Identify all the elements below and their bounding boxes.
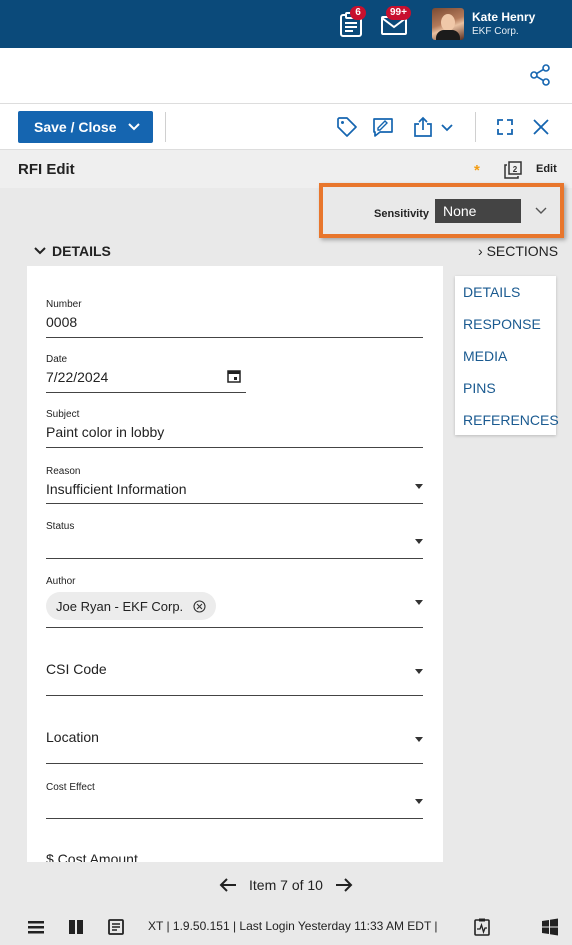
author-chip-label: Joe Ryan - EKF Corp. — [56, 598, 184, 614]
subject-label: Subject — [46, 409, 80, 420]
date-value[interactable]: 7/22/2024 — [46, 369, 246, 385]
number-field[interactable]: Number 0008 — [46, 299, 423, 338]
expand-icon[interactable] — [494, 116, 516, 138]
date-label: Date — [46, 354, 68, 365]
details-section-toggle[interactable]: DETAILS — [34, 243, 111, 259]
status-bar: XT | 1.9.50.151 | Last Login Yesterday 1… — [0, 908, 572, 945]
dropdown-caret-icon — [415, 600, 423, 605]
svg-text:2: 2 — [513, 165, 518, 174]
user-name[interactable]: Kate Henry — [472, 10, 535, 24]
dropdown-caret-icon — [415, 799, 423, 804]
pager-text: Item 7 of 10 — [249, 877, 323, 893]
section-link-pins[interactable]: PINS — [463, 380, 496, 396]
dropdown-caret-icon — [415, 737, 423, 742]
toolbar-divider — [475, 112, 476, 142]
reason-select[interactable]: Reason Insufficient Information — [46, 466, 423, 504]
edit-toolbar: Save / Close — [0, 104, 572, 150]
sensitivity-highlight: Sensitivity None — [319, 183, 564, 238]
sections-header: SECTIONS — [486, 243, 559, 259]
action-strip — [0, 48, 572, 104]
modified-marker: * — [474, 162, 480, 179]
chevron-down-icon[interactable] — [127, 120, 141, 134]
csi-code-select[interactable]: CSI Code — [46, 661, 423, 696]
item-pager: Item 7 of 10 — [0, 862, 572, 908]
dropdown-caret-icon — [415, 539, 423, 544]
chevron-right-icon: › — [478, 243, 483, 259]
top-app-bar: 6 99+ Kate Henry EKF Corp. — [0, 0, 572, 48]
menu-icon[interactable] — [26, 917, 46, 937]
next-item-arrow-icon[interactable] — [335, 877, 353, 893]
location-label: Location — [46, 729, 99, 745]
clipboard-pulse-icon[interactable] — [472, 917, 492, 937]
status-select[interactable]: Status — [46, 521, 423, 559]
notifications-badge: 6 — [350, 6, 366, 20]
subject-field[interactable]: Subject Paint color in lobby — [46, 409, 423, 448]
windows-icon[interactable] — [540, 917, 560, 937]
status-label: Status — [46, 521, 75, 532]
location-select[interactable]: Location — [46, 729, 423, 764]
section-link-response[interactable]: RESPONSE — [463, 316, 541, 332]
sections-nav: DETAILS RESPONSE MEDIA PINS REFERENCES — [455, 276, 559, 435]
export-icon[interactable] — [412, 116, 434, 138]
reason-value[interactable]: Insufficient Information — [46, 481, 423, 497]
messages-badge: 99+ — [386, 6, 411, 20]
sensitivity-select[interactable]: None — [435, 199, 521, 223]
csi-code-label: CSI Code — [46, 661, 107, 677]
copy-pages-icon[interactable]: 2 — [504, 161, 522, 179]
close-icon[interactable] — [530, 116, 552, 138]
save-close-label: Save / Close — [34, 119, 117, 135]
chevron-down-icon[interactable] — [535, 205, 547, 215]
user-org: EKF Corp. — [472, 26, 519, 37]
calendar-icon[interactable] — [227, 369, 241, 383]
previous-item-arrow-icon[interactable] — [219, 877, 237, 893]
details-form: Number 0008 Date 7/22/2024 Subject Paint… — [27, 266, 443, 862]
cost-effect-label: Cost Effect — [46, 782, 95, 793]
author-label: Author — [46, 576, 76, 587]
section-link-media[interactable]: MEDIA — [463, 348, 507, 364]
reason-label: Reason — [46, 466, 81, 477]
date-field[interactable]: Date 7/22/2024 — [46, 354, 246, 393]
chevron-down-icon — [34, 247, 46, 255]
dropdown-caret-icon — [415, 484, 423, 489]
user-avatar[interactable] — [432, 8, 464, 40]
dropdown-caret-icon — [415, 669, 423, 674]
author-select[interactable]: Author Joe Ryan - EKF Corp. — [46, 576, 423, 628]
cost-amount-label: $ Cost Amount — [46, 851, 138, 862]
split-view-icon[interactable] — [66, 917, 86, 937]
sections-toggle[interactable]: › SECTIONS — [478, 243, 558, 259]
save-close-button[interactable]: Save / Close — [18, 111, 153, 143]
sensitivity-label: Sensitivity — [374, 208, 430, 220]
number-value[interactable]: 0008 — [46, 314, 423, 330]
page-title: RFI Edit — [18, 161, 75, 178]
section-link-details[interactable]: DETAILS — [463, 284, 520, 300]
toolbar-divider — [165, 112, 166, 142]
author-chip[interactable]: Joe Ryan - EKF Corp. — [46, 592, 217, 620]
export-chevron-icon[interactable] — [440, 122, 454, 134]
edit-mode-label[interactable]: Edit — [536, 163, 557, 175]
number-label: Number — [46, 299, 82, 310]
details-header: DETAILS — [52, 243, 111, 259]
share-icon[interactable] — [529, 64, 551, 86]
document-icon[interactable] — [106, 917, 126, 937]
status-text: XT | 1.9.50.151 | Last Login Yesterday 1… — [148, 919, 438, 933]
cost-amount-field[interactable]: $ Cost Amount — [46, 851, 423, 862]
cost-effect-select[interactable]: Cost Effect — [46, 782, 423, 819]
section-link-references[interactable]: REFERENCES — [463, 412, 559, 428]
subject-value[interactable]: Paint color in lobby — [46, 424, 423, 440]
tag-icon[interactable] — [336, 116, 358, 138]
remove-chip-icon[interactable] — [193, 599, 206, 613]
markup-comment-icon[interactable] — [372, 116, 394, 138]
